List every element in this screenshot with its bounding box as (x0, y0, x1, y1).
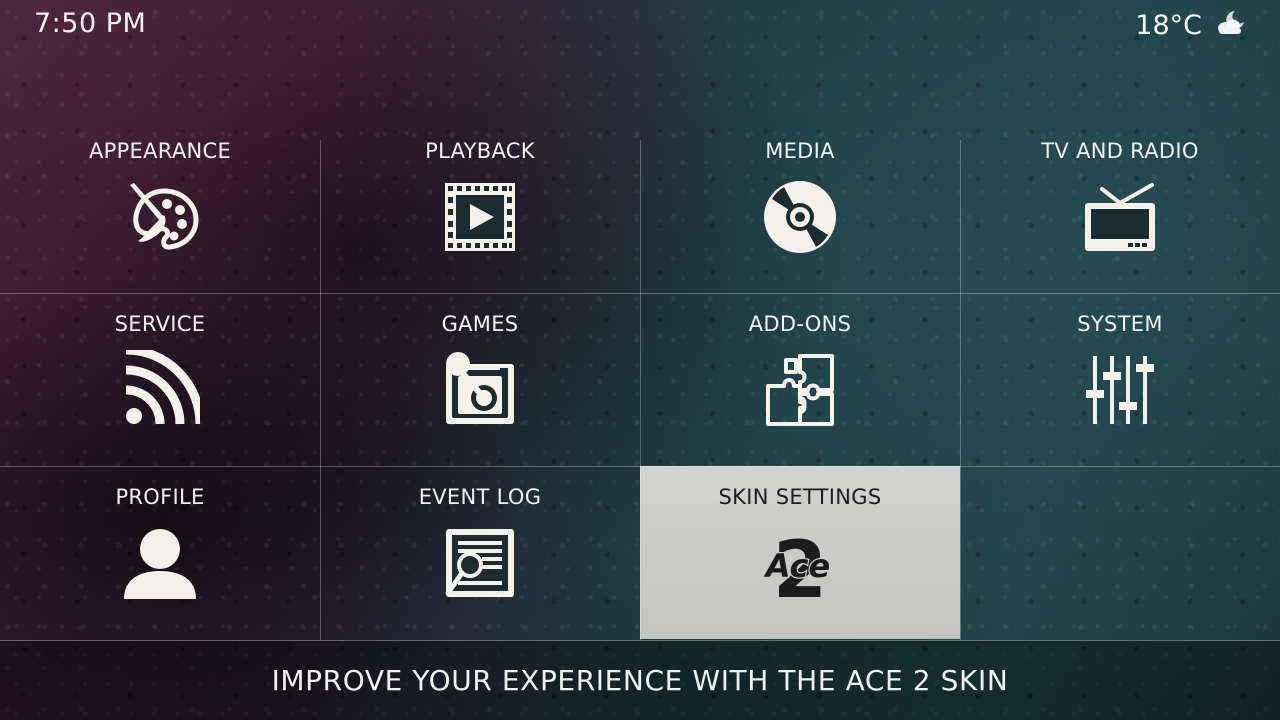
tile-tv-and-radio[interactable]: TV AND RADIO (960, 120, 1280, 293)
tile-appearance[interactable]: APPEARANCE (0, 120, 320, 293)
disc-icon (760, 177, 840, 257)
sliders-icon (1080, 350, 1160, 430)
tile-label: SKIN SETTINGS (718, 485, 882, 509)
puzzle-icon (760, 350, 840, 430)
clock: 7:50 PM (34, 8, 147, 39)
tile-label: SYSTEM (1077, 312, 1163, 336)
tile-event-log[interactable]: EVENT LOG (320, 466, 640, 639)
palette-icon (120, 177, 200, 257)
tile-system[interactable]: SYSTEM (960, 293, 1280, 466)
grid-divider (960, 140, 961, 640)
tile-label: TV AND RADIO (1041, 139, 1199, 163)
weather-widget: 18°C (1135, 8, 1246, 42)
tile-label: ADD-ONS (748, 312, 852, 336)
log-search-icon (440, 523, 520, 603)
tile-label: PROFILE (115, 485, 205, 509)
tile-games[interactable]: GAMES (320, 293, 640, 466)
tile-media[interactable]: MEDIA (640, 120, 960, 293)
temperature: 18°C (1135, 9, 1202, 41)
description-bar: IMPROVE YOUR EXPERIENCE WITH THE ACE 2 S… (0, 640, 1280, 720)
tile-playback[interactable]: PLAYBACK (320, 120, 640, 293)
tile-label: MEDIA (765, 139, 835, 163)
joystick-icon (440, 350, 520, 430)
tile-label: GAMES (441, 312, 519, 336)
grid-divider (640, 140, 641, 640)
tile-profile[interactable]: PROFILE (0, 466, 320, 639)
settings-grid: APPEARANCE PLAYBACK MEDIA TV AND RADIO S… (0, 120, 1280, 640)
grid-divider (320, 140, 321, 640)
tile-label: PLAYBACK (425, 139, 535, 163)
tile-add-ons[interactable]: ADD-ONS (640, 293, 960, 466)
ace2-logo-text: Ace (763, 547, 830, 585)
tile-skin-settings[interactable]: SKIN SETTINGS 2 Ace (640, 466, 960, 639)
tile-label: EVENT LOG (418, 485, 542, 509)
wifi-broadcast-icon (120, 350, 200, 430)
partly-cloudy-night-icon (1216, 9, 1246, 41)
skin-description: IMPROVE YOUR EXPERIENCE WITH THE ACE 2 S… (271, 664, 1009, 697)
tv-icon (1080, 177, 1160, 257)
status-bar: 7:50 PM 18°C (0, 0, 1280, 50)
film-play-icon (440, 177, 520, 257)
tile-label: APPEARANCE (88, 139, 232, 163)
ace2-logo-icon: 2 Ace (760, 523, 840, 603)
tile-service[interactable]: SERVICE (0, 293, 320, 466)
tile-label: SERVICE (114, 312, 206, 336)
grid-divider (0, 466, 1280, 467)
grid-divider (0, 293, 1280, 294)
user-icon (120, 523, 200, 603)
